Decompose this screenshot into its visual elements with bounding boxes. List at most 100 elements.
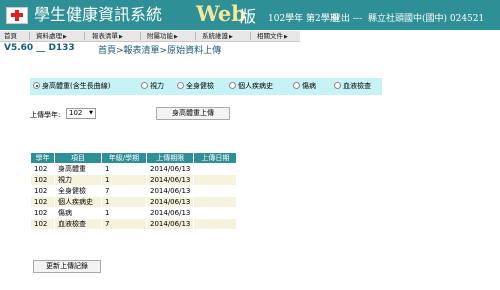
table-row: 102 全身健檢 7 2014/06/13 [30, 185, 238, 197]
radio-unchecked-icon [334, 82, 341, 89]
upload-records-table: 學年 項目 年級/學期 上傳期限 上傳日期 102 身高體重 1 2014/06/13… [30, 152, 238, 230]
menu-item-documents[interactable]: 相關文件▶ [257, 32, 288, 41]
triangle-right-icon: ▶ [284, 34, 288, 40]
radio-label: 全身健檢 [186, 82, 214, 90]
radio-label: 個人疾病史 [238, 82, 273, 90]
radio-option-vision[interactable]: 視力 [141, 82, 164, 91]
triangle-right-icon: ▶ [174, 34, 178, 40]
menu-separator [195, 32, 196, 40]
menu-item-auxiliary[interactable]: 附屬功能▶ [147, 32, 178, 41]
menu-item-label: 資料處理 [36, 32, 62, 40]
table-cell: 1 [101, 163, 147, 175]
menu-item-label: 報表清單 [92, 32, 118, 40]
menu-separator [250, 32, 251, 40]
table-row: 102 視力 1 2014/06/13 [30, 174, 238, 186]
menu-item-label: 附屬功能 [147, 32, 173, 40]
radio-option-medical-history[interactable]: 個人疾病史 [229, 82, 273, 91]
table-cell: 2014/06/13 [145, 174, 195, 186]
radio-unchecked-icon [293, 82, 300, 89]
table-row: 102 身高體重 1 2014/06/13 [30, 163, 238, 175]
menu-item-system-maintenance[interactable]: 系統維護▶ [202, 32, 233, 41]
table-cell: 2014/06/13 [145, 163, 195, 175]
app-header: 學生健康資訊系統 Web 版 102學年 第2學期 登出 --- 縣立社頭國中(… [0, 0, 500, 30]
menu-bar: 首頁 資料處理▶ 報表清單▶ 附屬功能▶ 系統維護▶ 相關文件▶ [0, 31, 300, 42]
table-cell: 2014/06/13 [145, 207, 195, 219]
radio-checked-icon [33, 82, 40, 89]
breadcrumb: 首頁>報表清單>原始資料上傳 [98, 46, 222, 56]
menu-separator [140, 32, 141, 40]
menu-separator [84, 32, 85, 40]
table-cell: 102 [30, 163, 55, 175]
menu-item-reports[interactable]: 報表清單▶ [92, 32, 123, 41]
menu-item-label: 相關文件 [257, 32, 283, 40]
table-row: 102 血液檢查 7 2014/06/13 [30, 218, 238, 230]
app-title-web: Web [196, 1, 246, 26]
radio-label: 身高體重(含生長曲線) [42, 82, 111, 90]
table-cell: 2014/06/13 [145, 185, 195, 197]
upload-year-value: 102 [69, 109, 83, 117]
radio-option-injury[interactable]: 傷病 [293, 82, 316, 91]
column-header: 年級/學期 [101, 152, 147, 164]
radio-label: 傷病 [302, 82, 316, 90]
triangle-right-icon: ▶ [63, 34, 67, 40]
dropdown-caret-icon: ▼ [89, 110, 93, 116]
update-upload-records-button[interactable]: 更新上傳記錄 [33, 260, 101, 273]
column-header: 上傳期限 [145, 152, 195, 164]
radio-option-blood-test[interactable]: 血液檢查 [334, 82, 371, 91]
upload-year-label: 上傳學年: [30, 111, 61, 119]
radio-unchecked-icon [141, 82, 148, 89]
radio-option-height-weight[interactable]: 身高體重(含生長曲線) [33, 82, 110, 91]
radio-label: 視力 [150, 82, 164, 90]
column-header: 項目 [54, 152, 102, 164]
table-cell [193, 218, 238, 230]
table-cell [193, 196, 238, 208]
triangle-right-icon: ▶ [119, 34, 123, 40]
table-cell: 1 [101, 207, 147, 219]
table-cell: 102 [30, 185, 55, 197]
table-cell [193, 185, 238, 197]
table-cell: 1 [101, 196, 147, 208]
table-cell: 102 [30, 218, 55, 230]
table-cell: 102 [30, 196, 55, 208]
menu-item-label: 首頁 [4, 32, 17, 40]
table-cell [193, 174, 238, 186]
triangle-right-icon: ▶ [229, 34, 233, 40]
table-cell: 2014/06/13 [145, 218, 195, 230]
table-cell: 個人疾病史 [54, 196, 102, 208]
table-cell [193, 163, 238, 175]
version-label: V5.60 __ D133 [4, 43, 75, 53]
table-row: 102 傷病 1 2014/06/13 [30, 207, 238, 219]
radio-label: 血液檢查 [343, 82, 371, 90]
radio-unchecked-icon [229, 82, 236, 89]
upload-year-select[interactable]: 102 ▼ [66, 108, 96, 119]
column-header: 學年 [30, 152, 55, 164]
table-cell: 102 [30, 207, 55, 219]
app-title-suffix: 版 [240, 7, 257, 26]
menu-item-data-processing[interactable]: 資料處理▶ [36, 32, 67, 41]
radio-unchecked-icon [177, 82, 184, 89]
term-label: 102學年 第2學期 [268, 14, 339, 24]
table-cell: 1 [101, 174, 147, 186]
app-title: 學生健康資訊系統 [34, 5, 163, 24]
menu-separator [29, 32, 30, 40]
red-cross-logo-icon [6, 7, 28, 24]
logout-link[interactable]: 登出 --- [332, 11, 362, 24]
menu-item-home[interactable]: 首頁 [4, 32, 17, 40]
table-cell: 血液檢查 [54, 218, 102, 230]
table-cell: 7 [101, 218, 147, 230]
table-cell: 2014/06/13 [145, 196, 195, 208]
table-cell: 視力 [54, 174, 102, 186]
table-cell: 傷病 [54, 207, 102, 219]
radio-option-full-checkup[interactable]: 全身健檢 [177, 82, 214, 91]
table-row: 102 個人疾病史 1 2014/06/13 [30, 196, 238, 208]
menu-item-label: 系統維護 [202, 32, 228, 40]
school-name: 縣立社頭國中(國中) 024521 [368, 14, 485, 24]
table-cell: 7 [101, 185, 147, 197]
upload-type-radio-group: 身高體重(含生長曲線) 視力 全身健檢 個人疾病史 傷病 血液檢查 [30, 78, 382, 95]
table-cell [193, 207, 238, 219]
table-cell: 身高體重 [54, 163, 102, 175]
table-cell: 102 [30, 174, 55, 186]
column-header: 上傳日期 [193, 152, 238, 164]
table-cell: 全身健檢 [54, 185, 102, 197]
upload-button[interactable]: 身高體重上傳 [156, 107, 230, 120]
